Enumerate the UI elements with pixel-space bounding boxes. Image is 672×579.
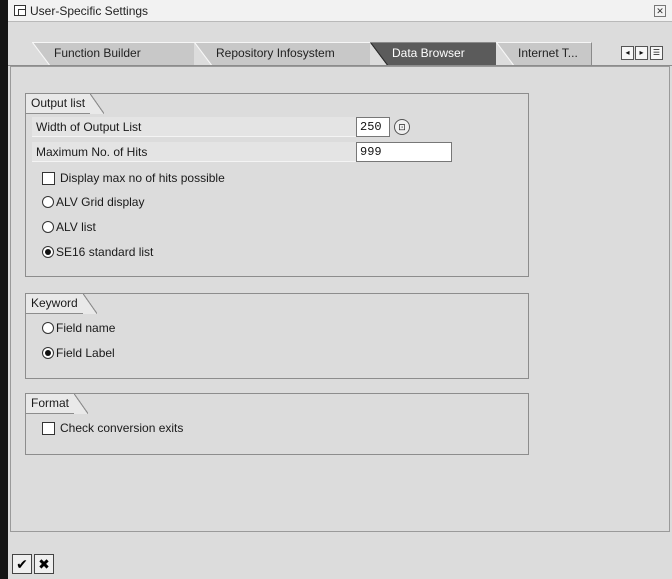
alv-grid-display-option[interactable]: ALV Grid display	[32, 192, 512, 212]
window-left-edge	[0, 0, 8, 579]
dialog-footer: ✔ ✖	[8, 543, 672, 579]
alv-list-label: ALV list	[56, 220, 96, 234]
maximum-no-of-hits-label: Maximum No. of Hits	[32, 142, 368, 162]
close-icon[interactable]: ✕	[654, 5, 666, 17]
group-title-format: Format	[26, 394, 89, 414]
tab-strip: Function Builder Repository Infosystem D…	[8, 22, 672, 72]
check-conversion-exits-label: Check conversion exits	[60, 421, 184, 435]
keyword-group: Keyword Field name Field Label	[25, 293, 529, 379]
display-max-hits-row: Display max no of hits possible	[32, 168, 512, 188]
tab-function-builder[interactable]: Function Builder	[32, 42, 196, 65]
tab-data-browser[interactable]: Data Browser	[370, 42, 498, 65]
alv-list-option[interactable]: ALV list	[32, 217, 512, 237]
group-title-output-list: Output list	[26, 94, 105, 114]
check-conversion-exits-row: Check conversion exits	[32, 418, 512, 438]
width-of-output-list-field[interactable]	[356, 117, 390, 137]
title-bar: User-Specific Settings ✕	[8, 0, 672, 22]
field-label-label: Field Label	[56, 346, 115, 360]
maximum-no-of-hits-field[interactable]	[356, 142, 452, 162]
value-help-icon[interactable]: ⊡	[394, 119, 410, 135]
alv-grid-display-label: ALV Grid display	[56, 195, 145, 209]
output-list-group: Output list Width of Output List ⊡ Maxim…	[25, 93, 529, 277]
group-title-keyword: Keyword	[26, 294, 97, 314]
settings-dialog: User-Specific Settings ✕ Function Builde…	[8, 0, 672, 579]
check-conversion-exits-checkbox[interactable]	[42, 422, 55, 435]
se16-standard-list-label: SE16 standard list	[56, 245, 154, 259]
tab-label: Internet T...	[518, 46, 578, 60]
width-row: Width of Output List ⊡	[26, 117, 528, 137]
width-of-output-list-label: Width of Output List	[32, 117, 368, 137]
tab-label: Repository Infosystem	[216, 46, 335, 60]
alv-grid-display-radio[interactable]	[42, 196, 54, 208]
display-max-hits-checkbox[interactable]	[42, 172, 55, 185]
tab-internet-transaction[interactable]: Internet T...	[496, 42, 592, 65]
confirm-check-icon[interactable]: ✔	[12, 554, 32, 574]
display-max-hits-label: Display max no of hits possible	[60, 171, 225, 185]
scroll-tabs-left-icon[interactable]: ◂	[621, 46, 634, 60]
se16-standard-list-option[interactable]: SE16 standard list	[32, 242, 512, 262]
tab-repository-infosystem[interactable]: Repository Infosystem	[194, 42, 372, 65]
format-group: Format Check conversion exits	[25, 393, 529, 455]
field-label-option[interactable]: Field Label	[32, 343, 512, 363]
max-hits-row: Maximum No. of Hits	[26, 142, 528, 162]
field-label-radio[interactable]	[42, 347, 54, 359]
scroll-tabs-right-icon[interactable]: ▸	[635, 46, 648, 60]
tab-content-panel: Output list Width of Output List ⊡ Maxim…	[10, 66, 670, 532]
field-name-option[interactable]: Field name	[32, 318, 512, 338]
window-title: User-Specific Settings	[30, 4, 149, 18]
field-name-label: Field name	[56, 321, 116, 335]
tab-label: Data Browser	[392, 46, 465, 60]
alv-list-radio[interactable]	[42, 221, 54, 233]
tab-list-icon[interactable]: ☰	[650, 46, 663, 60]
tab-label: Function Builder	[54, 46, 141, 60]
window-icon	[14, 5, 26, 16]
se16-standard-list-radio[interactable]	[42, 246, 54, 258]
field-name-radio[interactable]	[42, 322, 54, 334]
cancel-x-icon[interactable]: ✖	[34, 554, 54, 574]
